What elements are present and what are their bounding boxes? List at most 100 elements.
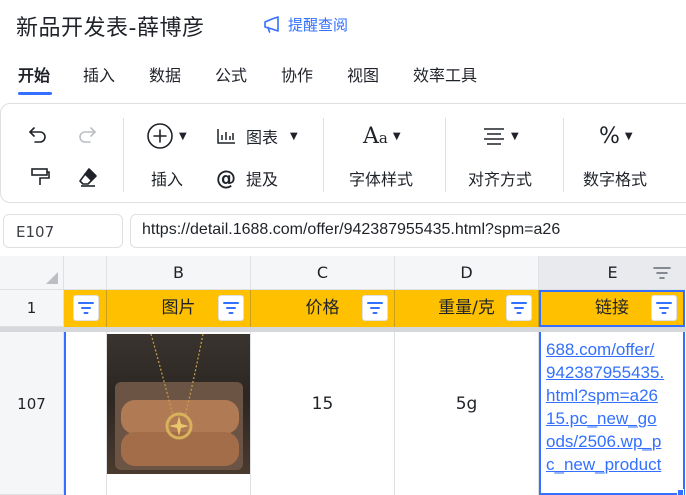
font-size-icon: Aa bbox=[363, 124, 388, 149]
column-header-c[interactable]: C bbox=[251, 256, 395, 290]
font-style-button[interactable]: 字体样式 bbox=[349, 166, 413, 190]
filter-icon bbox=[223, 302, 239, 314]
remind-label: 提醒查阅 bbox=[288, 16, 349, 34]
filter-icon bbox=[367, 302, 383, 314]
link-line: c_new_product bbox=[546, 455, 662, 474]
header-label-link: 链接 bbox=[595, 298, 629, 318]
title-bar: 新品开发表-薛博彦 提醒查阅 bbox=[0, 0, 686, 52]
format-painter-button[interactable] bbox=[29, 166, 51, 188]
insert-button[interactable]: 插入 bbox=[151, 166, 183, 190]
header-cell-link: 链接 bbox=[539, 290, 685, 327]
filter-button[interactable] bbox=[73, 295, 99, 321]
menu-tab-collaborate[interactable]: 协作 bbox=[281, 62, 313, 86]
add-circle-icon bbox=[147, 123, 173, 149]
insert-label: 插入 bbox=[151, 170, 184, 189]
cell-reference-box[interactable]: E107 bbox=[3, 214, 123, 248]
clear-format-button[interactable] bbox=[77, 166, 99, 188]
active-tab-indicator bbox=[18, 92, 52, 95]
eraser-icon bbox=[79, 168, 97, 187]
number-format-button[interactable]: 数字格式 bbox=[583, 166, 647, 190]
megaphone-icon bbox=[264, 15, 279, 33]
toolbar-divider bbox=[445, 118, 446, 192]
filter-icon bbox=[78, 302, 94, 314]
row-header-1[interactable]: 1 bbox=[0, 290, 64, 327]
product-image bbox=[107, 334, 250, 474]
menu-tab-data[interactable]: 数据 bbox=[149, 62, 181, 86]
font-style-dropdown[interactable]: Aa ▼ bbox=[363, 124, 401, 149]
cell-weight[interactable]: 5g bbox=[395, 332, 539, 495]
header-cell-a bbox=[64, 290, 107, 327]
align-dropdown[interactable]: ▼ bbox=[482, 126, 519, 146]
cell-link[interactable]: 688.com/offer/ 942387955435. html?spm=a2… bbox=[539, 332, 685, 495]
number-format-dropdown[interactable]: % ▼ bbox=[599, 124, 633, 149]
cell-image[interactable] bbox=[107, 332, 251, 495]
chevron-down-icon: ▼ bbox=[290, 130, 298, 142]
formula-input[interactable]: https://detail.1688.com/offer/9423879554… bbox=[130, 214, 686, 248]
mention-label: 提及 bbox=[246, 170, 279, 189]
chevron-down-icon: ▼ bbox=[624, 131, 633, 142]
column-menu-icon[interactable] bbox=[652, 266, 672, 282]
link-line: html?spm=a26 bbox=[546, 386, 658, 405]
align-button[interactable]: 对齐方式 bbox=[468, 166, 532, 190]
column-header-e-label: E bbox=[607, 263, 618, 282]
ribbon-toolbar: ▼ 插入 图表 ▼ @ 提及 Aa ▼ 字体样式 ▼ 对齐方式 % ▼ 数字格式 bbox=[0, 103, 686, 203]
chevron-down-icon: ▼ bbox=[179, 130, 187, 142]
menu-bar: 开始 插入 数据 公式 协作 视图 效率工具 bbox=[0, 60, 686, 96]
font-style-label: 字体样式 bbox=[349, 170, 414, 189]
at-icon: @ bbox=[216, 166, 236, 190]
chevron-down-icon: ▼ bbox=[392, 131, 401, 142]
align-label: 对齐方式 bbox=[468, 170, 533, 189]
header-cell-price: 价格 bbox=[251, 290, 395, 327]
link-line: ods/2506.wp_p bbox=[546, 432, 662, 451]
link-line: 15.pc_new_go bbox=[546, 409, 657, 428]
select-all-corner[interactable] bbox=[0, 256, 64, 290]
column-header-a[interactable] bbox=[64, 256, 107, 290]
undo-icon bbox=[29, 127, 46, 143]
menu-tab-formula[interactable]: 公式 bbox=[215, 62, 247, 86]
link-line: 942387955435. bbox=[546, 363, 665, 382]
menu-tab-view[interactable]: 视图 bbox=[347, 62, 379, 86]
menu-tab-efficiency-tools[interactable]: 效率工具 bbox=[413, 62, 477, 86]
number-format-label: 数字格式 bbox=[583, 170, 648, 189]
column-header-d[interactable]: D bbox=[395, 256, 539, 290]
filter-button[interactable] bbox=[362, 295, 388, 321]
filter-icon bbox=[511, 302, 527, 314]
filter-button[interactable] bbox=[218, 295, 244, 321]
chart-label: 图表 bbox=[246, 128, 279, 147]
filter-icon bbox=[656, 302, 672, 314]
redo-icon bbox=[79, 127, 96, 143]
cell-price[interactable]: 15 bbox=[251, 332, 395, 495]
header-label-weight: 重量/克 bbox=[438, 298, 495, 318]
header-cell-weight: 重量/克 bbox=[395, 290, 539, 327]
cell-a107[interactable] bbox=[64, 332, 107, 495]
align-center-icon bbox=[484, 128, 504, 145]
column-header-b[interactable]: B bbox=[107, 256, 251, 290]
bar-chart-icon bbox=[217, 129, 235, 144]
header-label-image: 图片 bbox=[161, 298, 196, 318]
corner-triangle-icon bbox=[46, 272, 58, 284]
header-label-price: 价格 bbox=[305, 298, 340, 318]
link-line: 688.com/offer/ bbox=[546, 340, 655, 359]
remind-button[interactable]: 提醒查阅 bbox=[262, 14, 348, 35]
selection-fill-handle[interactable] bbox=[677, 489, 684, 495]
insert-dropdown-button[interactable]: ▼ bbox=[146, 122, 187, 150]
mention-button[interactable]: @ 提及 bbox=[216, 166, 278, 190]
column-header-e[interactable]: E bbox=[539, 256, 686, 290]
chevron-down-icon: ▼ bbox=[511, 130, 519, 142]
header-cell-image: 图片 bbox=[107, 290, 251, 327]
menu-tab-insert[interactable]: 插入 bbox=[83, 62, 115, 86]
undo-button[interactable] bbox=[27, 124, 49, 144]
row-header-107[interactable]: 107 bbox=[0, 332, 64, 495]
format-painter-icon bbox=[31, 168, 50, 185]
product-link[interactable]: 688.com/offer/ 942387955435. html?spm=a2… bbox=[546, 338, 664, 476]
document-title[interactable]: 新品开发表-薛博彦 bbox=[16, 10, 204, 42]
toolbar-divider bbox=[323, 118, 324, 192]
spreadsheet-grid: B C D E 1 图片 价格 重量/克 链接 107 15 5g 688.co… bbox=[0, 256, 686, 495]
menu-tab-home[interactable]: 开始 bbox=[18, 62, 50, 86]
percent-icon: % bbox=[599, 124, 620, 149]
toolbar-divider bbox=[123, 118, 124, 192]
redo-button[interactable] bbox=[76, 124, 98, 144]
filter-button[interactable] bbox=[651, 295, 677, 321]
filter-button[interactable] bbox=[506, 295, 532, 321]
chart-button[interactable]: 图表 ▼ bbox=[216, 124, 298, 148]
